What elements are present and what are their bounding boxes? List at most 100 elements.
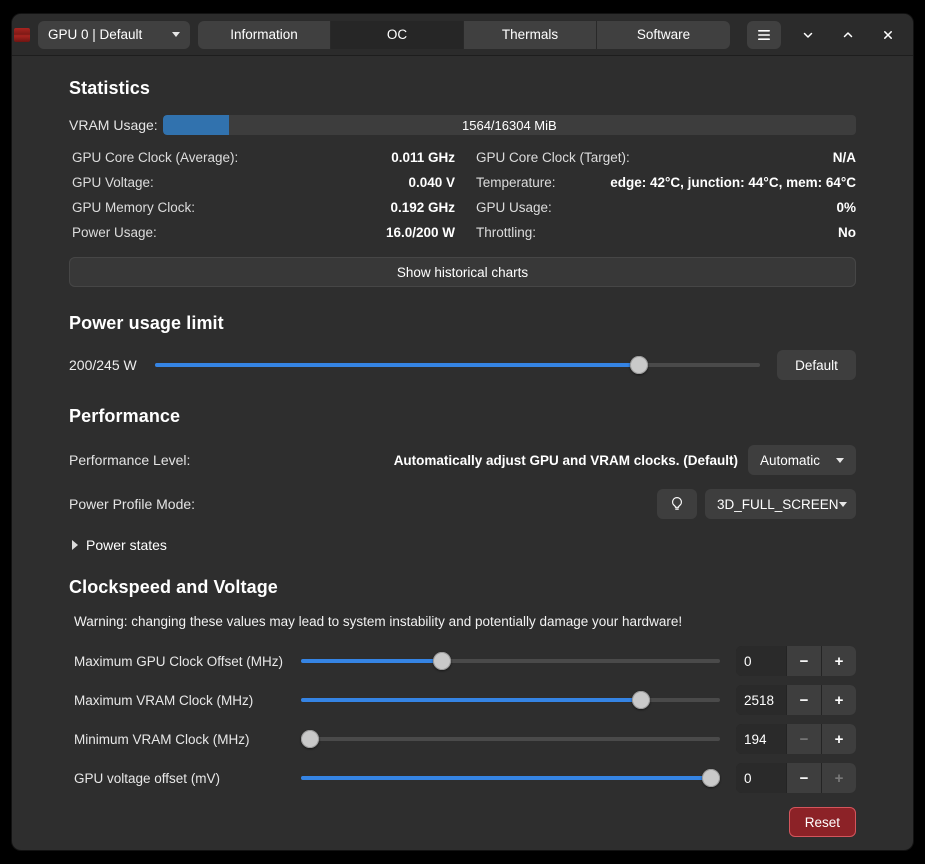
- stat-gpu-core-clock-target: GPU Core Clock (Target): N/A: [473, 150, 856, 165]
- clock-row-label: Maximum GPU Clock Offset (MHz): [69, 654, 301, 669]
- performance-level-label: Performance Level:: [69, 452, 190, 468]
- gpu-voltage-offset-slider[interactable]: [301, 768, 720, 788]
- power-profile-dropdown[interactable]: 3D_FULL_SCREEN: [705, 489, 856, 519]
- clock-row-label: Minimum VRAM Clock (MHz): [69, 732, 301, 747]
- caret-right-icon: [72, 540, 78, 550]
- gpu-voltage-offset-input[interactable]: [736, 763, 786, 793]
- stat-value: 0.040 V: [408, 175, 455, 190]
- minimize-button[interactable]: [795, 22, 821, 48]
- slider-fill: [301, 659, 442, 663]
- stat-value: 0.192 GHz: [390, 200, 455, 215]
- vram-usage-progressbar: 1564/16304 MiB: [163, 115, 856, 135]
- power-limit-row: 200/245 W Default: [69, 350, 856, 380]
- power-limit-slider[interactable]: [155, 355, 760, 375]
- clock-row-label: Maximum VRAM Clock (MHz): [69, 693, 301, 708]
- stat-label: GPU Core Clock (Target):: [476, 150, 630, 165]
- stat-label: GPU Voltage:: [72, 175, 154, 190]
- decrement-button[interactable]: −: [786, 763, 821, 793]
- reset-row: Reset: [69, 807, 856, 837]
- stat-label: GPU Memory Clock:: [72, 200, 195, 215]
- slider-handle[interactable]: [630, 356, 648, 374]
- minus-icon: −: [800, 771, 809, 786]
- oc-page: Statistics VRAM Usage: 1564/16304 MiB GP…: [12, 56, 913, 849]
- stat-label: GPU Usage:: [476, 200, 552, 215]
- tab-information[interactable]: Information: [198, 21, 331, 49]
- min-vram-clock-input[interactable]: [736, 724, 786, 754]
- gpu-selector-dropdown[interactable]: GPU 0 | Default: [38, 21, 190, 49]
- power-usage-limit-heading: Power usage limit: [69, 313, 856, 334]
- clockspeed-heading: Clockspeed and Voltage: [69, 577, 856, 598]
- stat-gpu-core-clock-avg: GPU Core Clock (Average): 0.011 GHz: [69, 150, 455, 165]
- max-vram-clock-input[interactable]: [736, 685, 786, 715]
- power-profile-label: Power Profile Mode:: [69, 496, 195, 512]
- stat-value: 0.011 GHz: [391, 150, 455, 165]
- slider-track: [155, 363, 760, 367]
- chevron-down-icon: [801, 28, 815, 42]
- slider-handle[interactable]: [301, 730, 319, 748]
- tab-software[interactable]: Software: [597, 21, 730, 49]
- stat-label: Power Usage:: [72, 225, 157, 240]
- minus-icon: −: [800, 732, 809, 747]
- tab-thermals[interactable]: Thermals: [464, 21, 597, 49]
- slider-track: [301, 737, 720, 741]
- gpu-selector-label: GPU 0 | Default: [48, 27, 142, 42]
- performance-level-value: Automatic: [760, 453, 820, 468]
- slider-handle[interactable]: [702, 769, 720, 787]
- performance-heading: Performance: [69, 406, 856, 427]
- show-historical-charts-button[interactable]: Show historical charts: [69, 257, 856, 287]
- slider-track: [301, 776, 720, 780]
- plus-icon: +: [835, 732, 844, 747]
- warning-text: Warning: changing these values may lead …: [69, 614, 856, 632]
- max-gpu-clock-offset-input[interactable]: [736, 646, 786, 676]
- close-button[interactable]: [875, 22, 901, 48]
- tab-oc[interactable]: OC: [331, 21, 464, 49]
- increment-button[interactable]: +: [821, 724, 856, 754]
- slider-track: [301, 698, 720, 702]
- stat-value: No: [838, 225, 856, 240]
- reset-button[interactable]: Reset: [789, 807, 856, 837]
- vram-usage-label: VRAM Usage:: [69, 117, 158, 133]
- menu-button[interactable]: [747, 21, 781, 49]
- power-profile-hint-button[interactable]: [657, 489, 697, 519]
- gpu-voltage-offset-spinbox: − +: [736, 763, 856, 793]
- increment-button[interactable]: +: [821, 763, 856, 793]
- max-vram-clock-spinbox: − +: [736, 685, 856, 715]
- maximize-button[interactable]: [835, 22, 861, 48]
- stat-label: GPU Core Clock (Average):: [72, 150, 238, 165]
- performance-level-row: Performance Level: Automatically adjust …: [69, 445, 856, 475]
- app-icon: [14, 28, 30, 42]
- increment-button[interactable]: +: [821, 646, 856, 676]
- slider-handle[interactable]: [433, 652, 451, 670]
- performance-level-description: Automatically adjust GPU and VRAM clocks…: [394, 453, 738, 468]
- slider-fill: [301, 698, 641, 702]
- max-vram-clock-slider[interactable]: [301, 690, 720, 710]
- caret-down-icon: [839, 502, 847, 507]
- slider-handle[interactable]: [632, 691, 650, 709]
- close-icon: [881, 28, 895, 42]
- power-states-label: Power states: [86, 537, 167, 553]
- power-limit-value: 200/245 W: [69, 357, 137, 373]
- lightbulb-icon: [669, 496, 685, 512]
- decrement-button[interactable]: −: [786, 685, 821, 715]
- power-profile-value: 3D_FULL_SCREEN: [717, 497, 839, 512]
- power-limit-default-button[interactable]: Default: [777, 350, 856, 380]
- statistics-heading: Statistics: [69, 78, 856, 99]
- power-profile-row: Power Profile Mode: 3D_FULL_SCREEN: [69, 489, 856, 519]
- performance-level-dropdown[interactable]: Automatic: [748, 445, 856, 475]
- gpu-voltage-offset-row: GPU voltage offset (mV) − +: [69, 763, 856, 793]
- clock-row-label: GPU voltage offset (mV): [69, 771, 301, 786]
- titlebar: GPU 0 | Default Information OC Thermals …: [12, 14, 913, 56]
- decrement-button[interactable]: −: [786, 646, 821, 676]
- app-window: GPU 0 | Default Information OC Thermals …: [12, 14, 913, 850]
- stat-label: Temperature:: [476, 175, 556, 190]
- max-gpu-clock-offset-slider[interactable]: [301, 651, 720, 671]
- power-states-expander[interactable]: Power states: [69, 535, 856, 555]
- stat-value: 0%: [836, 200, 856, 215]
- plus-icon: +: [835, 693, 844, 708]
- decrement-button[interactable]: −: [786, 724, 821, 754]
- slider-track: [301, 659, 720, 663]
- plus-icon: +: [835, 654, 844, 669]
- min-vram-clock-slider[interactable]: [301, 729, 720, 749]
- stat-power-usage: Power Usage: 16.0/200 W: [69, 225, 455, 240]
- increment-button[interactable]: +: [821, 685, 856, 715]
